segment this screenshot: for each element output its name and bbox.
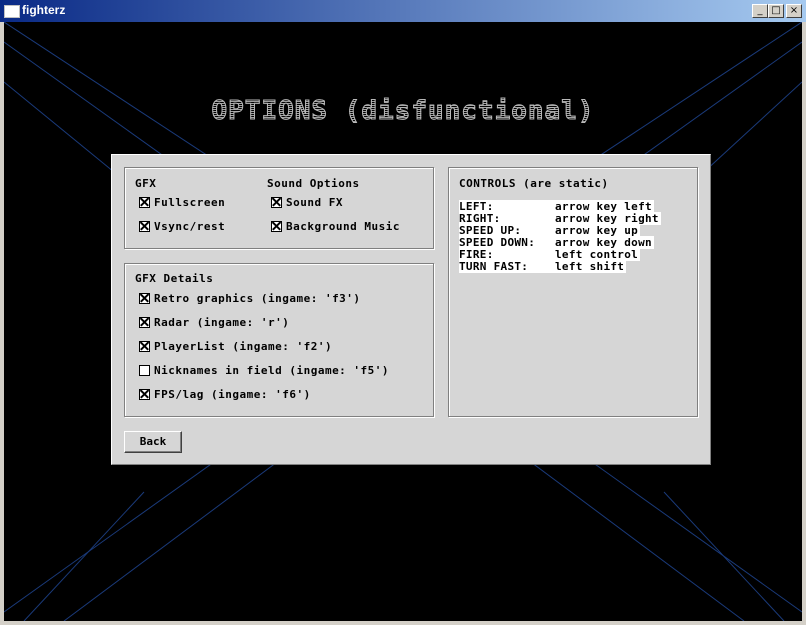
control-row-left: LEFT: arrow key left [459,200,654,213]
fullscreen-checkbox[interactable]: Fullscreen [139,196,225,209]
control-row-speed-up: SPEED UP: arrow key up [459,224,641,237]
checkbox-box[interactable] [139,317,150,328]
close-button[interactable]: × [786,4,802,18]
maximize-button[interactable]: □ [768,4,784,18]
retro-graphics-checkbox[interactable]: Retro graphics (ingame: 'f3') [139,292,361,305]
radar-checkbox[interactable]: Radar (ingame: 'r') [139,316,289,329]
gfx-details-group: GFX Details Retro graphics (ingame: 'f3'… [124,263,434,417]
checkbox-box[interactable] [139,365,150,376]
app-icon [4,5,20,18]
grid-line [663,491,785,621]
controls-group: CONTROLS (are static) LEFT: arrow key lef… [448,167,698,417]
gfx-sound-group: GFX Sound Options Fullscreen Vsync/rest … [124,167,434,249]
fps-lag-label: FPS/lag (ingame: 'f6') [154,388,311,401]
sound-fx-checkbox[interactable]: Sound FX [271,196,343,209]
checkbox-box[interactable] [139,197,150,208]
sound-options-label: Sound Options [267,177,360,190]
playerlist-checkbox[interactable]: PlayerList (ingame: 'f2') [139,340,332,353]
checkbox-box[interactable] [139,341,150,352]
checkbox-box[interactable] [271,197,282,208]
checkbox-box[interactable] [139,221,150,232]
gfx-label: GFX [135,177,157,190]
control-action: left shift [555,260,627,273]
checkbox-box[interactable] [139,293,150,304]
control-row-speed-down: SPEED DOWN: arrow key down [459,236,654,249]
sound-fx-label: Sound FX [286,196,343,209]
retro-graphics-label: Retro graphics (ingame: 'f3') [154,292,361,305]
fps-lag-checkbox[interactable]: FPS/lag (ingame: 'f6') [139,388,311,401]
control-row-fire: FIRE: left control [459,248,641,261]
grid-line [23,491,145,621]
options-heading: OPTIONS (disfunctional) [0,96,806,127]
nicknames-checkbox[interactable]: Nicknames in field (ingame: 'f5') [139,364,389,377]
nicknames-label: Nicknames in field (ingame: 'f5') [154,364,390,377]
background-music-checkbox[interactable]: Background Music [271,220,400,233]
window-titlebar[interactable]: fighterz _ □ × [0,0,806,22]
back-button[interactable]: Back [124,431,182,453]
control-row-right: RIGHT: arrow key right [459,212,661,225]
controls-label: CONTROLS (are static) [459,177,609,190]
control-key: TURN FAST: [459,260,555,273]
fullscreen-label: Fullscreen [154,196,226,209]
vsync-label: Vsync/rest [154,220,226,233]
playerlist-label: PlayerList (ingame: 'f2') [154,340,333,353]
vsync-checkbox[interactable]: Vsync/rest [139,220,225,233]
checkbox-box[interactable] [271,221,282,232]
gfx-details-label: GFX Details [135,272,214,285]
background-music-label: Background Music [286,220,400,233]
window-title: fighterz [22,3,66,17]
minimize-button[interactable]: _ [752,4,768,18]
grid-line [503,441,745,621]
radar-label: Radar (ingame: 'r') [154,316,290,329]
options-panel: GFX Sound Options Fullscreen Vsync/rest … [111,154,711,465]
grid-line [63,441,305,621]
control-row-turn-fast: TURN FAST: left shift [459,260,627,273]
checkbox-box[interactable] [139,389,150,400]
